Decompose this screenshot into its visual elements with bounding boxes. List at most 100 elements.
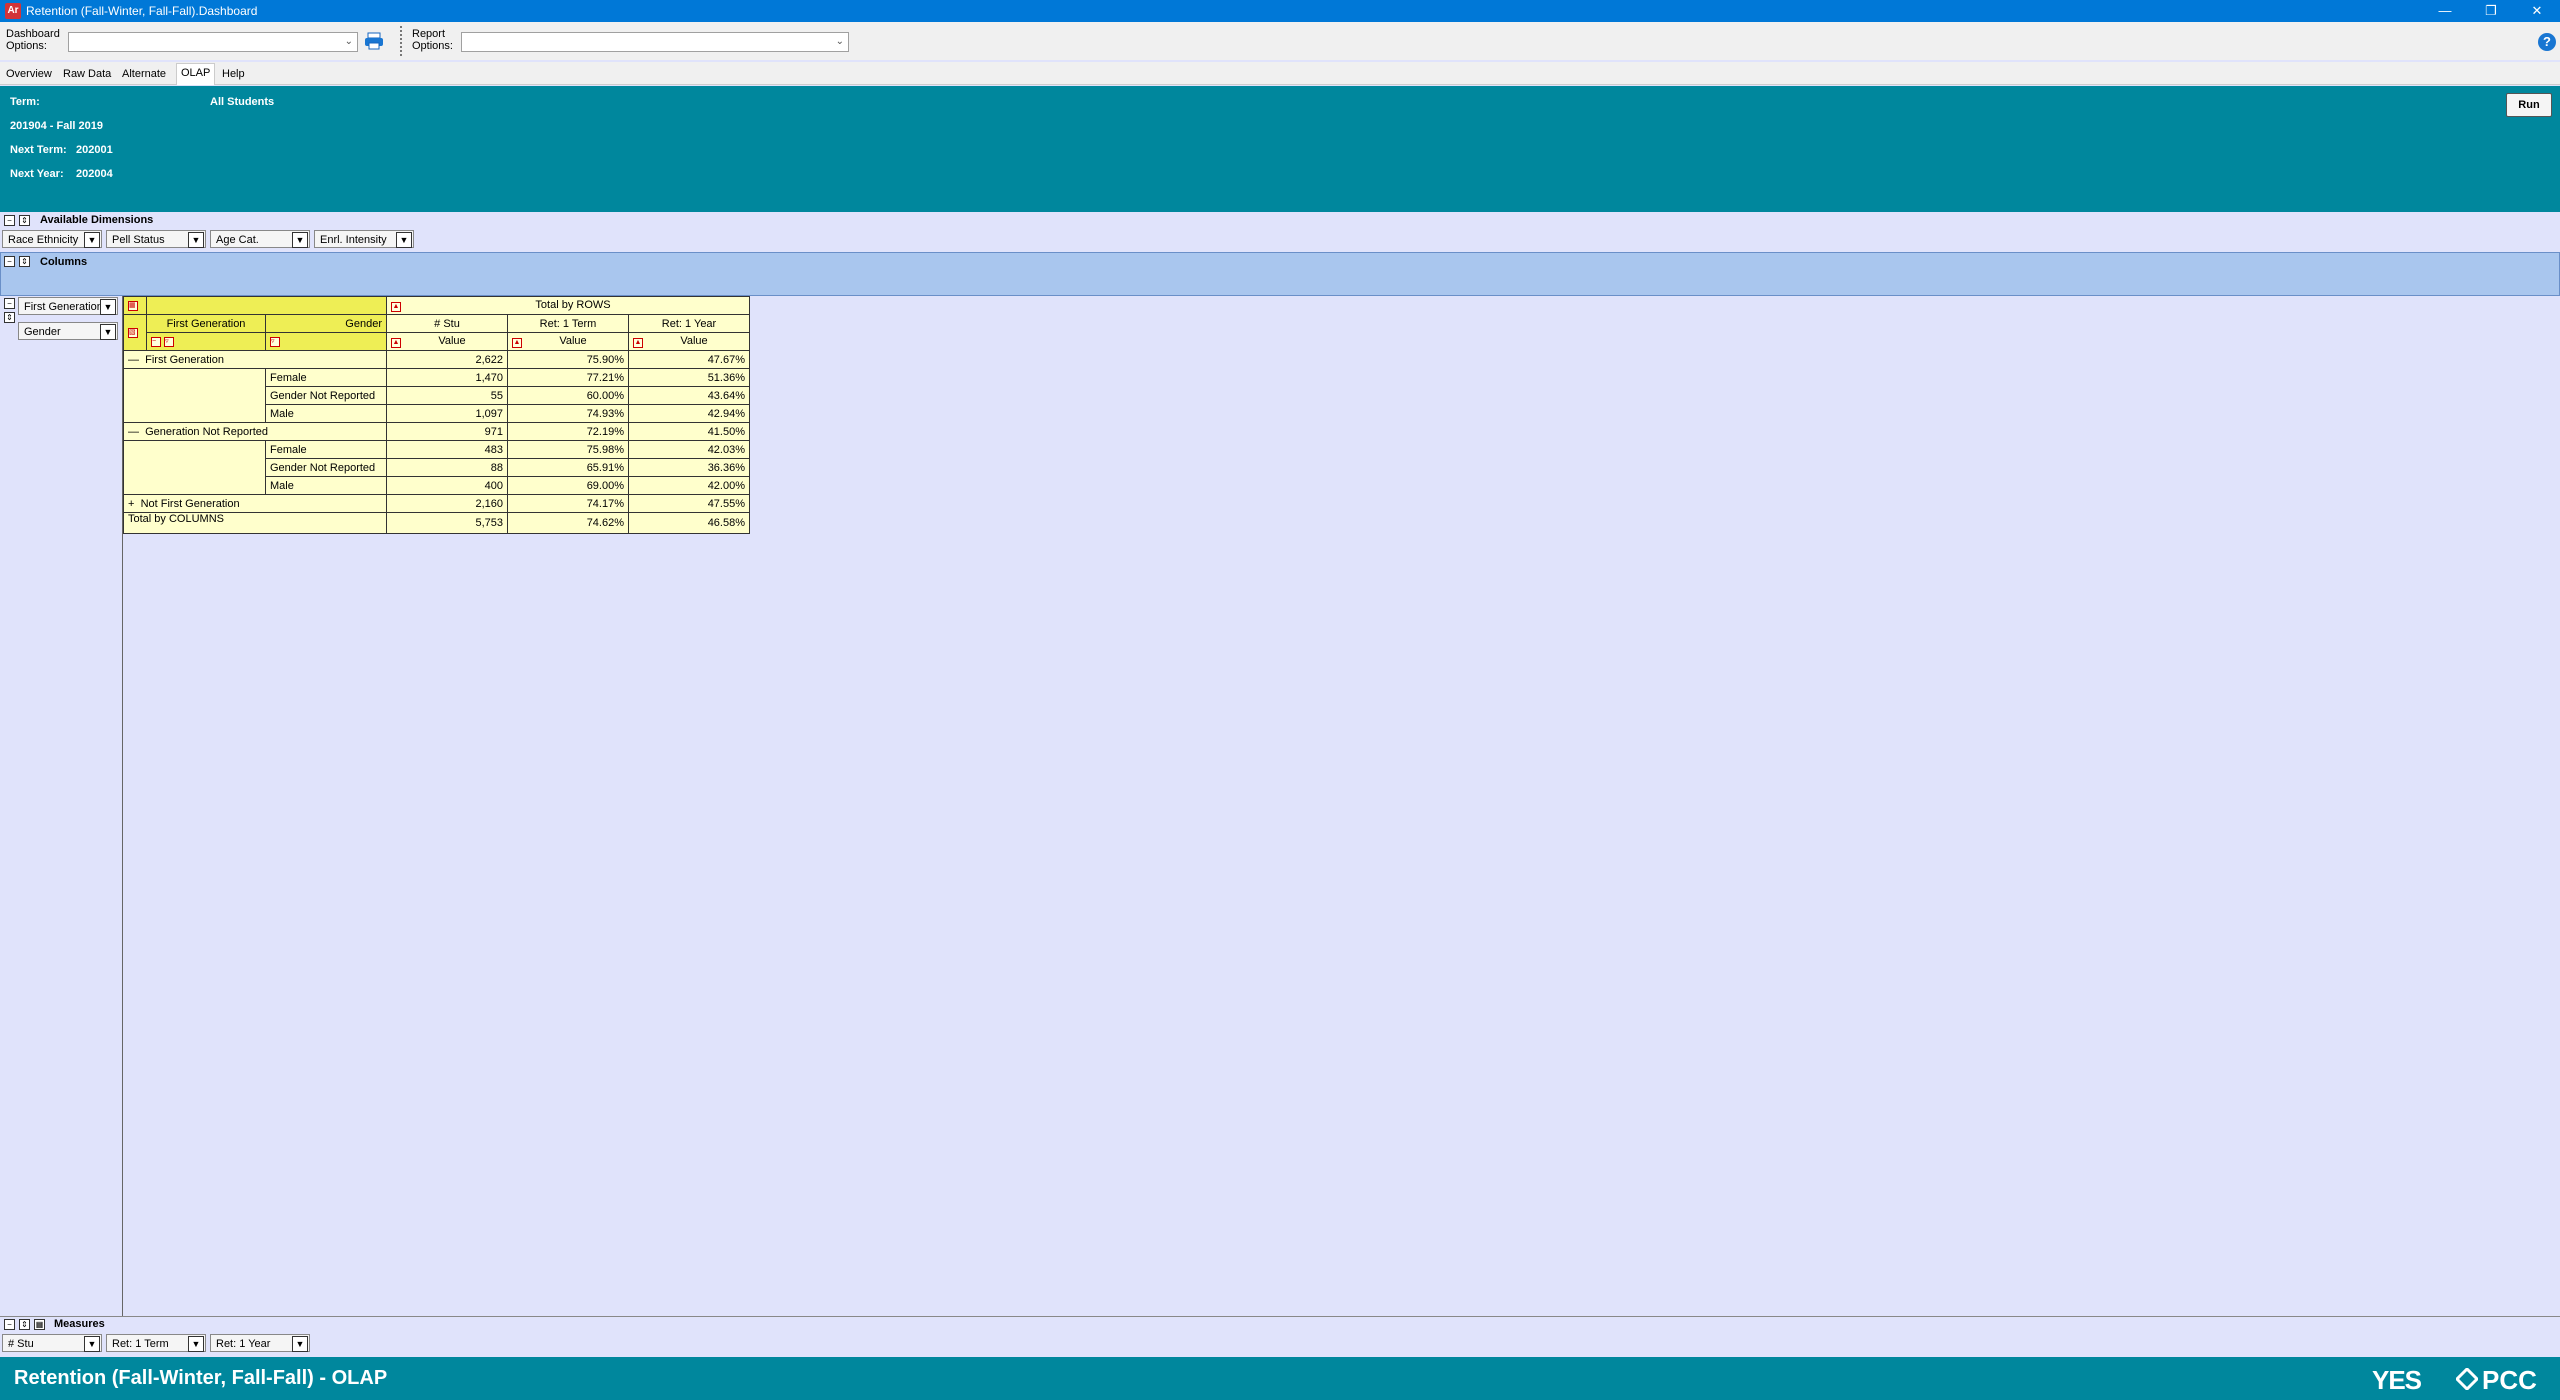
collapse-icon[interactable]: − bbox=[4, 215, 15, 226]
expand-icon[interactable]: ▲ bbox=[633, 338, 643, 348]
sort-icon[interactable]: ⇕ bbox=[19, 215, 30, 226]
row-dimension-first-generation[interactable]: First Generation ▼ bbox=[18, 297, 118, 315]
sort-icon[interactable]: ⇕ bbox=[19, 256, 30, 267]
value-header: ▲ Value bbox=[507, 332, 629, 351]
dropdown-icon[interactable]: ▼ bbox=[292, 232, 308, 248]
tab-olap[interactable]: OLAP bbox=[176, 63, 216, 85]
cell-value: 42.00% bbox=[628, 476, 750, 495]
rows-drop-zone[interactable]: − ⇕ First Generation ▼ Gender ▼ bbox=[0, 296, 123, 1316]
close-icon[interactable]: ✕ bbox=[2514, 0, 2560, 22]
row-label[interactable]: Gender Not Reported bbox=[265, 458, 387, 477]
cell-value: 88 bbox=[386, 458, 508, 477]
next-term-value: 202001 bbox=[76, 144, 113, 156]
next-term-label: Next Term: bbox=[10, 144, 67, 156]
minimize-icon[interactable]: — bbox=[2422, 0, 2468, 22]
row-label[interactable]: Female bbox=[265, 368, 387, 387]
row-label[interactable]: Female bbox=[265, 440, 387, 459]
term-value: 201904 - Fall 2019 bbox=[10, 120, 103, 132]
group-first-generation[interactable]: — First Generation bbox=[123, 350, 387, 369]
collapse-icon[interactable]: − bbox=[4, 298, 15, 309]
restore-icon[interactable]: ❐ bbox=[2468, 0, 2514, 22]
tab-strip: Overview Raw Data Alternate OLAP Help bbox=[0, 62, 2560, 85]
grid-corner-icon[interactable]: ▦ bbox=[123, 296, 147, 315]
value-header: ▲ Value bbox=[386, 332, 508, 351]
dropdown-icon[interactable]: ▼ bbox=[188, 1336, 204, 1352]
measure-ret-term[interactable]: Ret: 1 Term ▼ bbox=[106, 1334, 206, 1352]
row-header-gender[interactable]: Gender bbox=[265, 314, 387, 333]
dropdown-icon[interactable]: ▼ bbox=[100, 324, 116, 340]
row-dimension-gender[interactable]: Gender ▼ bbox=[18, 322, 118, 340]
yes-logo: YES bbox=[2372, 1365, 2422, 1395]
cell-value: 1,470 bbox=[386, 368, 508, 387]
expand-icon: + bbox=[128, 497, 135, 510]
group-spacer bbox=[123, 368, 266, 423]
cell-total: 46.58% bbox=[628, 512, 750, 534]
expand-icon[interactable]: ▲ bbox=[391, 338, 401, 348]
dimension-race-ethnicity[interactable]: Race Ethnicity ▼ bbox=[2, 230, 102, 248]
measure-stu[interactable]: # Stu ▼ bbox=[2, 1334, 102, 1352]
table-row: Female 1,470 77.21% 51.36% bbox=[123, 368, 750, 423]
filter-icon[interactable]: ▿ bbox=[164, 336, 175, 347]
layout-icon[interactable]: ▧ bbox=[123, 314, 147, 351]
cell-value: 36.36% bbox=[628, 458, 750, 477]
audience-label: All Students bbox=[210, 96, 275, 108]
collapse-icon: — bbox=[128, 353, 139, 366]
tab-overview[interactable]: Overview bbox=[2, 65, 56, 83]
expand-icon[interactable]: ▲ bbox=[512, 338, 522, 348]
help-icon[interactable]: ? bbox=[2538, 33, 2556, 51]
report-options-combo[interactable]: ⌄ bbox=[461, 32, 849, 52]
tab-alternate[interactable]: Alternate bbox=[118, 65, 170, 83]
columns-title: Columns bbox=[40, 256, 88, 268]
row-label[interactable]: Gender Not Reported bbox=[265, 386, 387, 405]
collapse-icon[interactable]: − bbox=[151, 336, 161, 347]
collapse-icon[interactable]: − bbox=[4, 1319, 15, 1330]
parameter-header: Term: All Students 201904 - Fall 2019 Ne… bbox=[0, 86, 2560, 212]
dropdown-icon[interactable]: ▼ bbox=[396, 232, 412, 248]
dropdown-icon[interactable]: ▼ bbox=[100, 299, 116, 315]
row-label[interactable]: Male bbox=[265, 404, 387, 423]
sort-icon[interactable]: ⇕ bbox=[19, 1319, 30, 1330]
print-icon[interactable] bbox=[364, 32, 384, 50]
cell-value: 65.91% bbox=[507, 458, 629, 477]
row-header-first-generation[interactable]: First Generation bbox=[146, 314, 266, 333]
cell-value: 47.67% bbox=[628, 350, 750, 369]
dashboard-options-label: Dashboard Options: bbox=[6, 28, 60, 52]
dimension-pell-status[interactable]: Pell Status ▼ bbox=[106, 230, 206, 248]
cell-value: 1,097 bbox=[386, 404, 508, 423]
run-button[interactable]: Run bbox=[2506, 93, 2552, 117]
dimension-enrl-intensity[interactable]: Enrl. Intensity ▼ bbox=[314, 230, 414, 248]
sort-icon[interactable]: ⇕ bbox=[4, 312, 15, 323]
cell-total: 5,753 bbox=[386, 512, 508, 534]
term-label: Term: bbox=[10, 96, 40, 108]
dashboard-options-combo[interactable]: ⌄ bbox=[68, 32, 358, 52]
cell-value: 55 bbox=[386, 386, 508, 405]
measures-panel: − ⇕ ▦ Measures # Stu ▼ Ret: 1 Term ▼ Ret: … bbox=[0, 1316, 2560, 1357]
cell-value: 2,622 bbox=[386, 350, 508, 369]
chevron-down-icon: ⌄ bbox=[835, 36, 844, 47]
columns-drop-zone[interactable]: − ⇕ Columns bbox=[0, 252, 2560, 296]
group-generation-not-reported[interactable]: — Generation Not Reported bbox=[123, 422, 387, 441]
chart-icon[interactable]: ▦ bbox=[34, 1319, 45, 1330]
dimension-age-cat[interactable]: Age Cat. ▼ bbox=[210, 230, 310, 248]
dropdown-icon[interactable]: ▼ bbox=[84, 232, 100, 248]
cell-value: 43.64% bbox=[628, 386, 750, 405]
pivot-corner bbox=[146, 296, 387, 315]
dropdown-icon[interactable]: ▼ bbox=[84, 1336, 100, 1352]
filter-icon[interactable]: ▿ bbox=[270, 336, 280, 347]
total-by-rows-header: ▲ Total by ROWS bbox=[386, 296, 750, 315]
dropdown-icon[interactable]: ▼ bbox=[188, 232, 204, 248]
measures-title: Measures bbox=[54, 1318, 105, 1330]
available-dimensions-panel: − ⇕ Available Dimensions Race Ethnicity ▼… bbox=[0, 212, 2560, 252]
tab-help[interactable]: Help bbox=[218, 65, 249, 83]
group-not-first-generation[interactable]: + Not First Generation bbox=[123, 494, 387, 513]
tab-raw-data[interactable]: Raw Data bbox=[59, 65, 115, 83]
dropdown-icon[interactable]: ▼ bbox=[292, 1336, 308, 1352]
measure-header-ret-term: Ret: 1 Term bbox=[507, 314, 629, 333]
collapse-icon[interactable]: − bbox=[4, 256, 15, 267]
cell-value: 400 bbox=[386, 476, 508, 495]
expand-icon[interactable]: ▲ bbox=[391, 302, 401, 312]
measure-ret-year[interactable]: Ret: 1 Year ▼ bbox=[210, 1334, 310, 1352]
value-header: ▲ Value bbox=[628, 332, 750, 351]
gender-tools: ▿ bbox=[265, 332, 387, 351]
row-label[interactable]: Male bbox=[265, 476, 387, 495]
